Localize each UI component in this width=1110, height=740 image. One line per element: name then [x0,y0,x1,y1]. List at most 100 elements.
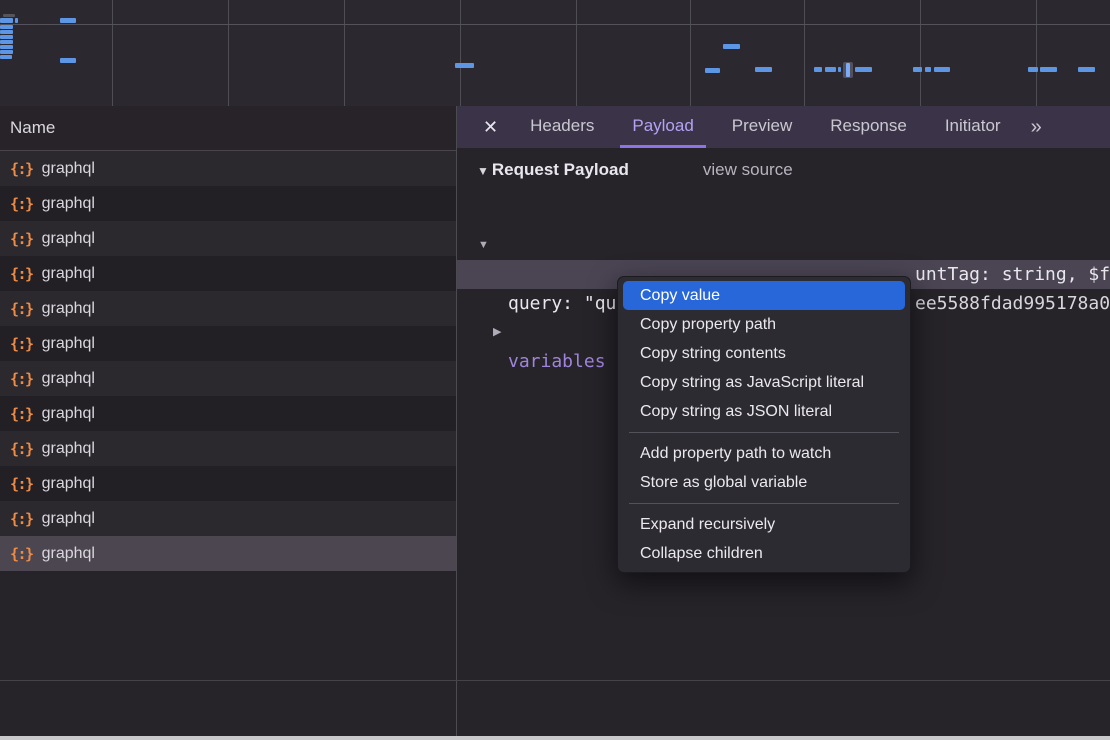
timeline-gray-bar [3,14,15,17]
tab-payload[interactable]: Payload [620,106,705,148]
timeline-request-bar [0,55,12,59]
request-payload-section[interactable]: ▼Request Payload view source [477,160,793,180]
fetch-json-icon: {:} [10,230,33,248]
timeline-request-bar [925,67,931,72]
timeline-gridline [228,0,229,106]
request-row[interactable]: {:} graphql [0,326,456,361]
details-tab-bar: ✕ Headers Payload Preview Response Initi… [457,106,1110,148]
name-column-label: Name [10,118,55,137]
request-row[interactable]: {:} graphql [0,501,456,536]
collapsed-triangle-icon[interactable]: ▶ [493,318,501,347]
timeline-request-bar [825,67,836,72]
timeline-gridline [1036,0,1037,106]
timeline-selected-marker [843,62,853,78]
request-name: graphql [42,370,95,388]
menu-item-copy-string-contents[interactable]: Copy string contents [618,339,910,368]
request-name: graphql [42,265,95,283]
request-name: graphql [42,545,95,563]
timeline-gridline [920,0,921,106]
fetch-json-icon: {:} [10,475,33,493]
request-name: graphql [42,510,95,528]
tab-initiator[interactable]: Initiator [933,106,1013,148]
devtools-network-panel: Name {:} graphql {:} graphql {:} graphql {:… [0,0,1110,740]
timeline-request-bar [838,67,841,72]
fetch-json-icon: {:} [10,440,33,458]
timeline-request-bar [0,40,13,44]
request-name: graphql [42,160,95,178]
timeline-gridline [112,0,113,106]
request-name: graphql [42,195,95,213]
timeline-request-bar [814,67,822,72]
timeline-request-bar [913,67,922,72]
timeline-request-bar [0,35,13,39]
collapse-triangle-icon[interactable]: ▼ [477,164,489,178]
timeline-request-bar [15,18,18,23]
bottom-divider [0,680,1110,681]
timeline-selected-marker-bar [846,63,850,77]
timeline-request-bar [855,67,872,72]
request-row-selected[interactable]: {:} graphql [0,536,456,571]
fetch-json-icon: {:} [10,195,33,213]
timeline-gridline [804,0,805,106]
timeline-lane-divider [0,24,1110,25]
menu-separator [629,503,899,504]
request-name: graphql [42,335,95,353]
request-row[interactable]: {:} graphql [0,396,456,431]
payload-root-row[interactable]: ▼ {operationName: "ipFlowTimeseries", va… [457,202,1110,231]
tab-headers[interactable]: Headers [518,106,606,148]
timeline-request-bar [0,18,13,23]
request-name: graphql [42,405,95,423]
tab-response[interactable]: Response [818,106,919,148]
fetch-json-icon: {:} [10,335,33,353]
timeline-request-bar [0,25,13,29]
timeline-request-bar [0,45,13,49]
menu-item-copy-string-js-literal[interactable]: Copy string as JavaScript literal [618,368,910,397]
menu-item-store-as-global-variable[interactable]: Store as global variable [618,468,910,497]
timeline-request-bar [60,18,76,23]
network-overview-timeline[interactable] [0,0,1110,107]
request-name: graphql [42,440,95,458]
fetch-json-icon: {:} [10,545,33,563]
timeline-request-bar [705,68,720,73]
timeline-request-bar [934,67,950,72]
context-menu: Copy value Copy property path Copy strin… [617,276,911,573]
request-row[interactable]: {:}graphql [0,291,456,326]
request-row[interactable]: {:} graphql [0,186,456,221]
request-name: graphql [42,475,95,493]
menu-item-expand-recursively[interactable]: Expand recursively [618,510,910,539]
menu-item-collapse-children[interactable]: Collapse children [618,539,910,568]
request-row[interactable]: {:}graphql [0,256,456,291]
menu-separator [629,432,899,433]
timeline-request-bar [455,63,474,68]
request-name: graphql [42,300,95,318]
request-row[interactable]: {:}graphql [0,361,456,396]
timeline-gridline [460,0,461,106]
request-row[interactable]: {:} graphql [0,431,456,466]
section-title: Request Payload [492,160,629,179]
window-bottom-edge [0,736,1110,740]
timeline-gridline [576,0,577,106]
menu-item-copy-value[interactable]: Copy value [623,281,905,310]
request-row[interactable]: {:} graphql [0,466,456,501]
menu-item-copy-string-json-literal[interactable]: Copy string as JSON literal [618,397,910,426]
timeline-request-bar [60,58,76,63]
menu-item-add-property-path-to-watch[interactable]: Add property path to watch [618,439,910,468]
name-column-header[interactable]: Name [0,106,456,151]
request-name: graphql [42,230,95,248]
view-source-link[interactable]: view source [703,160,793,179]
operation-name-row[interactable]: operationName: "ipFlowTimeseries" [457,231,1110,260]
request-row[interactable]: {:} graphql [0,151,456,186]
menu-item-copy-property-path[interactable]: Copy property path [618,310,910,339]
close-icon[interactable]: ✕ [477,117,504,138]
fetch-json-icon: {:} [10,405,33,423]
more-tabs-icon[interactable]: » [1027,116,1044,139]
timeline-gridline [344,0,345,106]
timeline-request-bar [1078,67,1095,72]
timeline-request-bar [1028,67,1038,72]
fetch-json-icon: {:} [10,510,33,528]
timeline-request-bar [0,30,13,34]
request-row[interactable]: {:} graphql [0,221,456,256]
fetch-json-icon: {:} [10,160,33,178]
tab-preview[interactable]: Preview [720,106,804,148]
timeline-request-bar [723,44,740,49]
